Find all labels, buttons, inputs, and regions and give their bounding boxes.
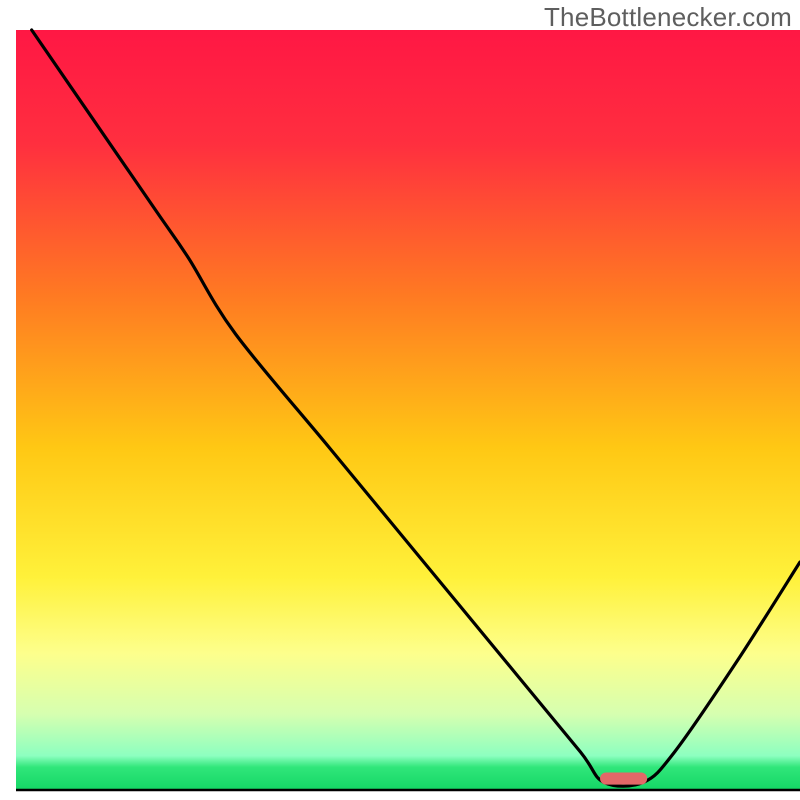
bottleneck-chart xyxy=(0,0,800,800)
chart-frame: TheBottleneсker.com xyxy=(0,0,800,800)
watermark-text: TheBottleneсker.com xyxy=(544,2,792,33)
plot-background xyxy=(16,30,800,790)
optimum-marker xyxy=(600,773,647,785)
